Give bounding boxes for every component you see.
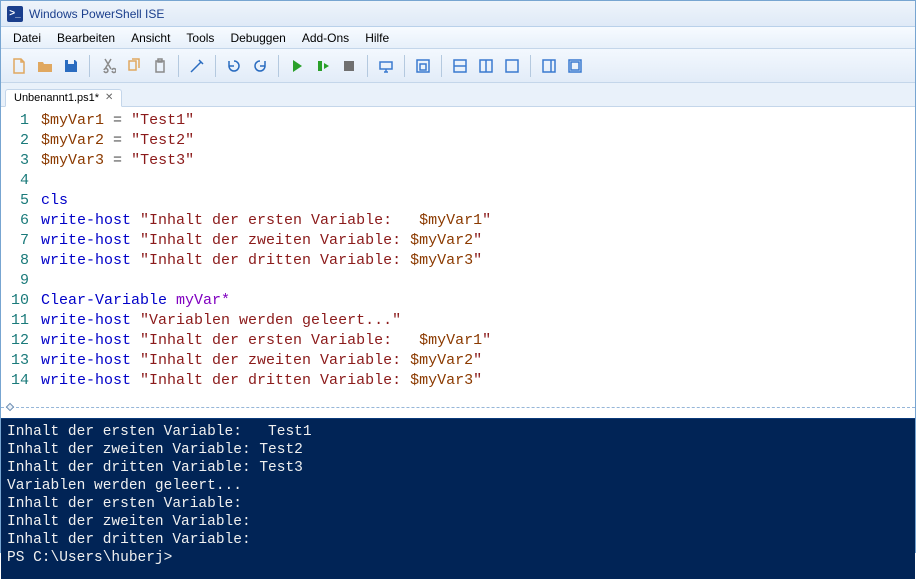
code-content[interactable] [41, 271, 915, 291]
code-content[interactable]: write-host "Inhalt der zweiten Variable:… [41, 351, 915, 371]
file-tab[interactable]: Unbenannt1.ps1* ✕ [5, 89, 122, 107]
line-number: 2 [1, 131, 41, 151]
code-line: 10Clear-Variable myVar* [1, 291, 915, 311]
code-content[interactable]: write-host "Variablen werden geleert..." [41, 311, 915, 331]
code-line: 8write-host "Inhalt der dritten Variable… [1, 251, 915, 271]
code-line: 11write-host "Variablen werden geleert..… [1, 311, 915, 331]
paste-icon[interactable] [148, 54, 172, 78]
cut-icon[interactable] [96, 54, 120, 78]
code-content[interactable]: $myVar2 = "Test2" [41, 131, 915, 151]
maximize-pane-icon[interactable] [563, 54, 587, 78]
tab-label: Unbenannt1.ps1* [14, 92, 99, 104]
code-content[interactable]: $myVar1 = "Test1" [41, 111, 915, 131]
toolbar [1, 49, 915, 83]
code-content[interactable]: write-host "Inhalt der dritten Variable:… [41, 371, 915, 391]
layout2-icon[interactable] [474, 54, 498, 78]
line-number: 11 [1, 311, 41, 331]
code-line: 9 [1, 271, 915, 291]
line-number: 5 [1, 191, 41, 211]
code-line: 2$myVar2 = "Test2" [1, 131, 915, 151]
menu-item-datei[interactable]: Datei [5, 29, 49, 47]
toolbar-separator [178, 55, 179, 77]
line-number: 8 [1, 251, 41, 271]
commands-pane-icon[interactable] [537, 54, 561, 78]
console-pane[interactable]: Inhalt der ersten Variable: Test1 Inhalt… [1, 419, 915, 579]
line-number: 9 [1, 271, 41, 291]
toolbar-separator [215, 55, 216, 77]
code-line: 12write-host "Inhalt der ersten Variable… [1, 331, 915, 351]
tab-strip: Unbenannt1.ps1* ✕ [1, 83, 915, 107]
toolbar-separator [89, 55, 90, 77]
menu-item-hilfe[interactable]: Hilfe [357, 29, 397, 47]
toolbar-separator [278, 55, 279, 77]
toolbar-separator [530, 55, 531, 77]
code-content[interactable]: $myVar3 = "Test3" [41, 151, 915, 171]
line-number: 3 [1, 151, 41, 171]
layout1-icon[interactable] [448, 54, 472, 78]
line-number: 6 [1, 211, 41, 231]
code-line: 7write-host "Inhalt der zweiten Variable… [1, 231, 915, 251]
line-number: 13 [1, 351, 41, 371]
save-icon[interactable] [59, 54, 83, 78]
toolbar-separator [404, 55, 405, 77]
close-tab-icon[interactable]: ✕ [105, 93, 113, 103]
code-content[interactable]: write-host "Inhalt der ersten Variable: … [41, 331, 915, 351]
menu-item-bearbeiten[interactable]: Bearbeiten [49, 29, 123, 47]
code-content[interactable] [41, 171, 915, 191]
stop-icon[interactable] [337, 54, 361, 78]
line-number: 12 [1, 331, 41, 351]
code-content[interactable]: write-host "Inhalt der ersten Variable: … [41, 211, 915, 231]
code-content[interactable]: write-host "Inhalt der dritten Variable:… [41, 251, 915, 271]
line-number: 1 [1, 111, 41, 131]
new-file-icon[interactable] [7, 54, 31, 78]
code-line: 4 [1, 171, 915, 191]
powershell-icon: >_ [7, 6, 23, 22]
code-content[interactable]: Clear-Variable myVar* [41, 291, 915, 311]
menu-item-add-ons[interactable]: Add-Ons [294, 29, 357, 47]
open-file-icon[interactable] [33, 54, 57, 78]
line-number: 4 [1, 171, 41, 191]
code-line: 1$myVar1 = "Test1" [1, 111, 915, 131]
run-icon[interactable] [285, 54, 309, 78]
run-selection-icon[interactable] [311, 54, 335, 78]
new-tab-icon[interactable] [411, 54, 435, 78]
menu-item-tools[interactable]: Tools [178, 29, 222, 47]
code-content[interactable]: cls [41, 191, 915, 211]
layout3-icon[interactable] [500, 54, 524, 78]
line-number: 10 [1, 291, 41, 311]
code-line: 13write-host "Inhalt der zweiten Variabl… [1, 351, 915, 371]
line-number: 14 [1, 371, 41, 391]
menu-bar: DateiBearbeitenAnsichtToolsDebuggenAdd-O… [1, 27, 915, 49]
toolbar-separator [367, 55, 368, 77]
menu-item-ansicht[interactable]: Ansicht [123, 29, 178, 47]
window-title: Windows PowerShell ISE [29, 7, 164, 21]
copy-icon[interactable] [122, 54, 146, 78]
menu-item-debuggen[interactable]: Debuggen [222, 29, 293, 47]
code-line: 5cls [1, 191, 915, 211]
code-line: 6write-host "Inhalt der ersten Variable:… [1, 211, 915, 231]
clear-icon[interactable] [185, 54, 209, 78]
toolbar-separator [441, 55, 442, 77]
script-editor[interactable]: 1$myVar1 = "Test1"2$myVar2 = "Test2"3$my… [1, 107, 915, 407]
remote-icon[interactable] [374, 54, 398, 78]
redo-icon[interactable] [248, 54, 272, 78]
line-number: 7 [1, 231, 41, 251]
title-bar: >_ Windows PowerShell ISE [1, 1, 915, 27]
code-content[interactable]: write-host "Inhalt der zweiten Variable:… [41, 231, 915, 251]
pane-splitter[interactable] [1, 407, 915, 419]
code-line: 3$myVar3 = "Test3" [1, 151, 915, 171]
code-line: 14write-host "Inhalt der dritten Variabl… [1, 371, 915, 391]
undo-icon[interactable] [222, 54, 246, 78]
